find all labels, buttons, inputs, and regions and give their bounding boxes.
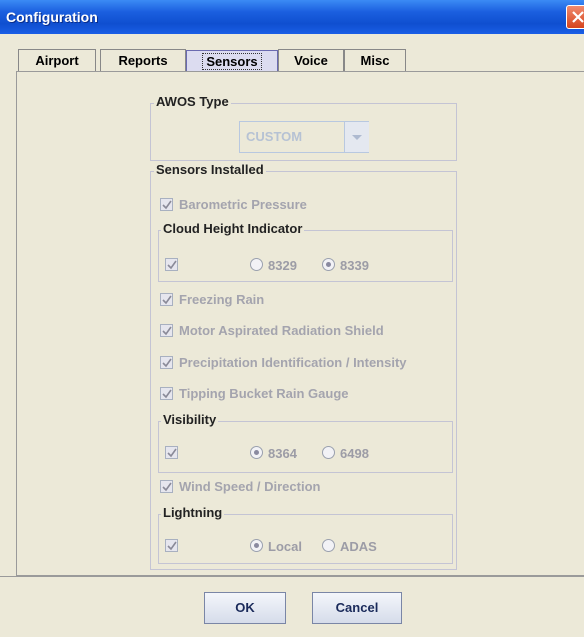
visibility-checkbox[interactable] xyxy=(165,446,178,459)
awos-type-legend: AWOS Type xyxy=(154,94,231,109)
visibility-option-6498-label: 6498 xyxy=(340,446,369,461)
tab-sensors-label: Sensors xyxy=(202,53,262,70)
tipping-bucket-label: Tipping Bucket Rain Gauge xyxy=(179,386,349,401)
cloud-height-checkbox[interactable] xyxy=(165,258,178,271)
window-title: Configuration xyxy=(6,9,98,25)
barometric-pressure-checkbox[interactable] xyxy=(160,198,173,211)
check-icon xyxy=(162,200,172,210)
lightning-option-adas-label: ADAS xyxy=(340,539,377,554)
lightning-legend: Lightning xyxy=(161,505,225,520)
precipitation-label: Precipitation Identification / Intensity xyxy=(179,355,407,370)
precipitation-checkbox[interactable] xyxy=(160,356,173,369)
tab-reports[interactable]: Reports xyxy=(100,49,186,71)
visibility-legend: Visibility xyxy=(161,412,219,427)
cloud-height-option-8339-label: 8339 xyxy=(340,258,369,273)
barometric-pressure-label: Barometric Pressure xyxy=(179,197,307,212)
configuration-window: Configuration Airport Reports Sensors Vo… xyxy=(0,0,584,637)
lightning-radio-adas[interactable] xyxy=(322,539,335,552)
tab-sensors[interactable]: Sensors xyxy=(186,50,278,72)
check-icon xyxy=(162,482,172,492)
cloud-height-group xyxy=(158,230,453,282)
visibility-radio-8364[interactable] xyxy=(250,446,263,459)
cloud-height-radio-8329[interactable] xyxy=(250,258,263,271)
tab-reports-label: Reports xyxy=(118,53,168,68)
freezing-rain-label: Freezing Rain xyxy=(179,292,265,307)
awos-type-combo[interactable]: CUSTOM xyxy=(239,121,369,153)
visibility-option-8364-label: 8364 xyxy=(268,446,297,461)
check-icon xyxy=(162,326,172,336)
check-icon xyxy=(167,260,177,270)
visibility-radio-6498[interactable] xyxy=(322,446,335,459)
check-icon xyxy=(167,448,177,458)
close-button[interactable] xyxy=(566,5,584,29)
lightning-option-local-label: Local xyxy=(268,539,302,554)
ok-button[interactable]: OK xyxy=(204,592,286,624)
lightning-checkbox[interactable] xyxy=(165,539,178,552)
check-icon xyxy=(167,541,177,551)
combo-dropdown-button[interactable] xyxy=(344,122,369,152)
tab-misc-label: Misc xyxy=(360,53,390,68)
check-icon xyxy=(162,295,172,305)
cloud-height-legend: Cloud Height Indicator xyxy=(161,221,305,236)
cloud-height-radio-8339[interactable] xyxy=(322,258,335,271)
motor-aspirated-checkbox[interactable] xyxy=(160,324,173,337)
title-bar[interactable]: Configuration xyxy=(0,0,584,34)
tab-voice-label: Voice xyxy=(294,53,328,68)
visibility-group xyxy=(158,421,453,473)
freezing-rain-checkbox[interactable] xyxy=(160,293,173,306)
tipping-bucket-checkbox[interactable] xyxy=(160,387,173,400)
tab-voice[interactable]: Voice xyxy=(278,49,344,71)
lightning-radio-local[interactable] xyxy=(250,539,263,552)
tab-airport-label: Airport xyxy=(35,53,79,68)
check-icon xyxy=(162,389,172,399)
button-bar-divider xyxy=(0,576,584,579)
lightning-group xyxy=(158,514,453,564)
chevron-down-icon xyxy=(352,135,362,140)
awos-type-value: CUSTOM xyxy=(246,129,303,144)
motor-aspirated-label: Motor Aspirated Radiation Shield xyxy=(179,323,384,338)
tab-airport[interactable]: Airport xyxy=(18,49,96,71)
check-icon xyxy=(162,358,172,368)
cloud-height-option-8329-label: 8329 xyxy=(268,258,297,273)
cancel-button[interactable]: Cancel xyxy=(312,592,402,624)
wind-speed-label: Wind Speed / Direction xyxy=(179,479,321,494)
tab-misc[interactable]: Misc xyxy=(344,49,406,71)
sensors-installed-legend: Sensors Installed xyxy=(154,162,266,177)
close-icon xyxy=(572,11,584,23)
wind-speed-checkbox[interactable] xyxy=(160,480,173,493)
